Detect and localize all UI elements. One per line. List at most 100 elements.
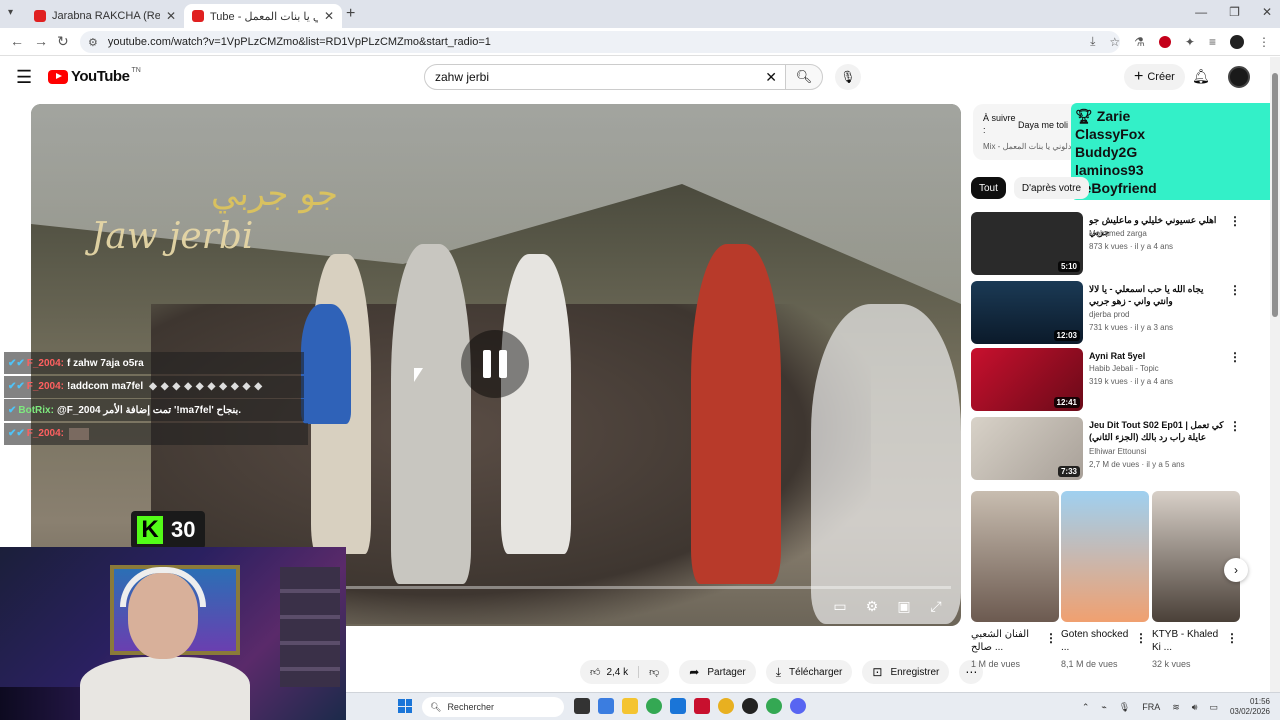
- tray-chevron-icon[interactable]: ⌃: [1082, 702, 1090, 713]
- short-title[interactable]: الفنان الشعبي صالح ...: [971, 628, 1041, 654]
- video-title[interactable]: Ayni Rat 5yel: [1089, 350, 1224, 362]
- short-thumbnail[interactable]: [971, 491, 1059, 622]
- miniplayer-icon[interactable]: ▣: [895, 598, 913, 615]
- share-button[interactable]: ➦ Partager: [679, 660, 756, 684]
- video-menu-icon[interactable]: ⋮: [1229, 350, 1241, 364]
- install-app-icon[interactable]: ⤓: [1090, 34, 1095, 49]
- wifi-icon[interactable]: ≋: [1172, 702, 1180, 713]
- bookmark-star-icon[interactable]: ☆: [1109, 35, 1120, 49]
- tab-title: Jarabna RAKCHA (Resto Psyco: [52, 10, 160, 22]
- short-title[interactable]: KTYB - Khaled Ki ...: [1152, 628, 1222, 654]
- notifications-bell-icon[interactable]: 🔔︎: [1192, 68, 1210, 85]
- short-item[interactable]: الفنان الشعبي صالح ... ⋮ 1 M de vues: [971, 491, 1059, 669]
- download-button[interactable]: ⤓ Télécharger: [765, 660, 853, 684]
- page-scrollbar[interactable]: [1270, 57, 1280, 692]
- browser-tab-1[interactable]: Jarabna RAKCHA (Resto Psyco ✕: [26, 4, 184, 28]
- video-thumbnail[interactable]: 7:33: [971, 417, 1083, 480]
- forward-arrow-icon[interactable]: →: [34, 33, 48, 49]
- short-title[interactable]: Goten shocked ...: [1061, 628, 1131, 654]
- chip-all[interactable]: Tout: [971, 177, 1006, 199]
- video-thumbnail[interactable]: 12:41: [971, 348, 1083, 411]
- dislike-button[interactable]: 👎︎: [639, 666, 669, 678]
- video-channel[interactable]: Elhiwar Ettounsi: [1089, 447, 1146, 456]
- reading-list-icon[interactable]: ≡: [1209, 35, 1216, 49]
- recommended-video[interactable]: 12:41 Ayni Rat 5yel Habib Jebali - Topic…: [971, 348, 1251, 412]
- clear-search-icon[interactable]: ✕: [765, 69, 777, 86]
- input-language[interactable]: FRA: [1142, 702, 1160, 712]
- taskbar-clock[interactable]: 01:56 03/02/2026: [1230, 697, 1270, 717]
- volume-icon[interactable]: 🔊︎: [1192, 702, 1198, 713]
- puzzle-extensions-icon[interactable]: ✦: [1185, 35, 1195, 49]
- create-button[interactable]: + Créer: [1124, 64, 1185, 90]
- short-item[interactable]: KTYB - Khaled Ki ... ⋮ 32 k vues: [1152, 491, 1240, 669]
- mic-icon[interactable]: 🎙︎: [1119, 702, 1130, 713]
- fullscreen-icon[interactable]: ⤢: [927, 598, 945, 615]
- short-menu-icon[interactable]: ⋮: [1135, 631, 1147, 645]
- chrome-active-icon[interactable]: [766, 698, 782, 714]
- task-view-icon[interactable]: [574, 698, 590, 714]
- menu-hamburger-icon[interactable]: ☰: [16, 67, 32, 88]
- subtitles-icon[interactable]: ▭: [831, 598, 849, 615]
- save-button[interactable]: ⊡ Enregistrer: [862, 660, 950, 684]
- browser-menu-icon[interactable]: ⋮: [1258, 35, 1270, 49]
- store-icon[interactable]: [670, 698, 686, 714]
- short-menu-icon[interactable]: ⋮: [1226, 631, 1238, 645]
- close-tab-icon[interactable]: ✕: [166, 9, 176, 23]
- video-thumbnail[interactable]: 5:10: [971, 212, 1083, 275]
- recommended-video[interactable]: 12:03 يجاه الله يا حب اسمعلي - يا لالا و…: [971, 281, 1251, 345]
- video-menu-icon[interactable]: ⋮: [1229, 283, 1241, 297]
- video-meta: 731 k vues · il y a 3 ans: [1089, 323, 1174, 332]
- adblock-extension-icon[interactable]: [1158, 35, 1171, 48]
- minimize-button[interactable]: —: [1195, 5, 1207, 19]
- progress-bar[interactable]: [346, 586, 951, 589]
- video-menu-icon[interactable]: ⋮: [1229, 214, 1241, 228]
- short-thumbnail[interactable]: [1152, 491, 1240, 622]
- video-channel[interactable]: Habib Jebali - Topic: [1089, 364, 1159, 373]
- up-next-panel[interactable]: À suivre : Daya me toli Mix - دلوني يا ب…: [973, 104, 1073, 160]
- maximize-button[interactable]: ❐: [1229, 5, 1240, 19]
- file-explorer-icon[interactable]: [622, 698, 638, 714]
- shorts-next-chevron-icon[interactable]: ›: [1224, 558, 1248, 582]
- recommended-video[interactable]: 5:10 اهلي عسيوني خليلي و ماعليش جو جربي …: [971, 212, 1251, 276]
- video-channel[interactable]: djerba prod: [1089, 310, 1129, 319]
- account-avatar[interactable]: [1228, 66, 1250, 88]
- site-info-icon[interactable]: ⚙: [88, 36, 98, 49]
- chrome-profile-icon[interactable]: [718, 698, 734, 714]
- network-icon[interactable]: ⌁: [1101, 702, 1106, 713]
- back-arrow-icon[interactable]: ←: [10, 33, 24, 49]
- profile-avatar-icon[interactable]: [1230, 34, 1244, 49]
- taskbar-search-input[interactable]: 🔍︎ Rechercher: [422, 697, 564, 717]
- video-thumbnail[interactable]: 12:03: [971, 281, 1083, 344]
- short-menu-icon[interactable]: ⋮: [1045, 631, 1057, 645]
- chip-recommended[interactable]: D'après votre: [1013, 177, 1090, 199]
- windows-start-icon[interactable]: [398, 699, 412, 713]
- settings-gear-icon[interactable]: ⚙: [863, 598, 881, 615]
- like-button[interactable]: 👍︎ 2,4 k: [580, 666, 640, 678]
- new-tab-button[interactable]: +: [346, 5, 355, 23]
- video-channel[interactable]: Mohamed zarga: [1089, 229, 1147, 238]
- obs-icon[interactable]: [742, 698, 758, 714]
- discord-icon[interactable]: [790, 698, 806, 714]
- voice-search-button[interactable]: 🎙︎: [835, 64, 861, 90]
- chrome-icon[interactable]: [646, 698, 662, 714]
- video-menu-icon[interactable]: ⋮: [1229, 419, 1241, 433]
- copilot-icon[interactable]: [598, 698, 614, 714]
- tab-search-icon[interactable]: ▾: [8, 7, 13, 18]
- close-window-button[interactable]: ✕: [1262, 5, 1272, 19]
- pause-icon[interactable]: [461, 330, 529, 398]
- recommended-video[interactable]: 7:33 Jeu Dit Tout S02 Ep01 | كي تعمل عاي…: [971, 417, 1251, 481]
- short-thumbnail[interactable]: [1061, 491, 1149, 622]
- search-input[interactable]: zahw jerbi ✕: [424, 64, 786, 90]
- video-title[interactable]: يجاه الله يا حب اسمعلي - يا لالا وانتي و…: [1089, 283, 1224, 307]
- short-item[interactable]: Goten shocked ... ⋮ 8,1 M de vues: [1061, 491, 1149, 669]
- app-w-icon[interactable]: [694, 698, 710, 714]
- url-field[interactable]: ⚙ youtube.com/watch?v=1VpPLzCMZmo&list=R…: [80, 31, 1120, 53]
- battery-icon[interactable]: ▭: [1209, 702, 1218, 713]
- close-tab-icon[interactable]: ✕: [324, 9, 334, 23]
- reload-icon[interactable]: ↻: [57, 33, 69, 50]
- search-button[interactable]: 🔍︎: [785, 64, 823, 90]
- video-title[interactable]: Jeu Dit Tout S02 Ep01 | كي تعمل عايلة را…: [1089, 419, 1224, 443]
- extension-icon[interactable]: ⚗: [1134, 35, 1145, 49]
- youtube-logo[interactable]: YouTube TN: [48, 67, 141, 85]
- browser-tab-2[interactable]: Tube - دلوني يا بنات المعمل ✕: [184, 4, 342, 28]
